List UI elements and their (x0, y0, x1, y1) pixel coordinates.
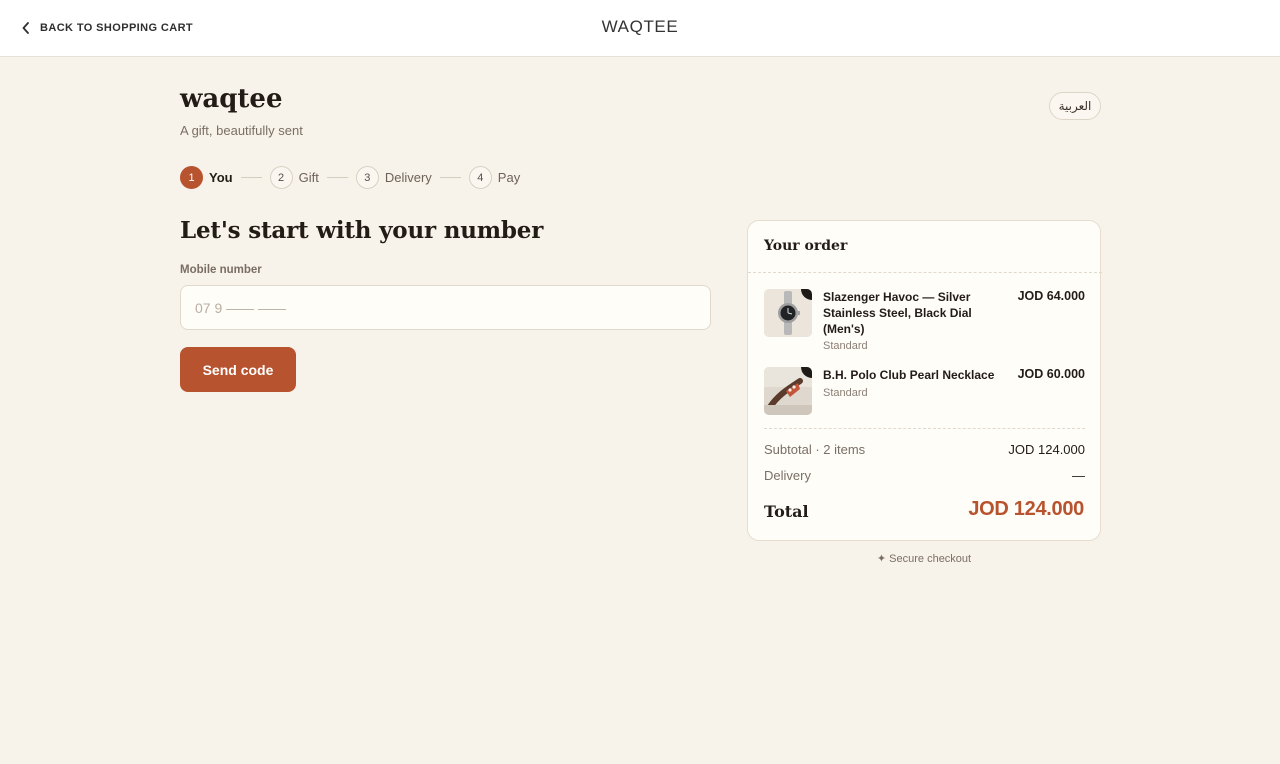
delivery-label: Delivery (764, 468, 811, 483)
watch-image (764, 289, 812, 337)
item-variant: Standard (823, 387, 868, 399)
step-label: You (209, 170, 233, 185)
store-name: WAQTEE (601, 17, 679, 36)
step-delivery[interactable]: 3 Delivery (355, 166, 432, 189)
step-label: Delivery (384, 170, 432, 185)
step-number: 4 (468, 166, 492, 189)
order-item: Slazenger Havoc — Silver Stainless Steel… (764, 289, 1085, 355)
brand-logo: waqtee (180, 84, 283, 114)
step-number: 1 (180, 166, 203, 189)
step-number: 3 (355, 166, 379, 189)
language-toggle-button[interactable]: العربية (1049, 92, 1101, 120)
mobile-number-input[interactable] (180, 285, 711, 330)
order-item: B.H. Polo Club Pearl Necklace Standard J… (764, 367, 1085, 417)
step-divider (326, 177, 348, 178)
subtotal-label: Subtotal · 2 items (764, 442, 866, 457)
item-variant: Standard (823, 340, 868, 352)
divider (748, 272, 1102, 273)
item-price: JOD 64.000 (1017, 289, 1085, 303)
necklace-image (764, 367, 812, 415)
page-heading: Let's start with your number (180, 217, 544, 244)
delivery-value: — (1072, 468, 1085, 483)
checkout-steps: 1 You 2 Gift 3 Delivery 4 Pay (180, 166, 520, 189)
step-divider (439, 177, 461, 178)
step-number: 2 (269, 166, 293, 189)
item-name: B.H. Polo Club Pearl Necklace (823, 368, 995, 382)
item-name: Slazenger Havoc — Silver Stainless Steel… (823, 290, 972, 336)
divider (764, 428, 1085, 429)
top-bar: BACK TO SHOPPING CART WAQTEE (0, 0, 1280, 57)
step-pay[interactable]: 4 Pay (468, 166, 521, 189)
secure-checkout-note: ✦ Secure checkout (876, 553, 972, 565)
step-divider (240, 177, 262, 178)
brand-tagline: A gift, beautifully sent (180, 123, 303, 138)
total-value: JOD 124.000 (968, 498, 1084, 520)
mobile-number-label: Mobile number (180, 264, 262, 276)
step-you[interactable]: 1 You (180, 166, 233, 189)
order-title: Your order (764, 238, 848, 254)
step-gift[interactable]: 2 Gift (269, 166, 319, 189)
order-summary-card: Your order Slazenger Havoc — Silver Stai… (747, 220, 1102, 541)
item-price: JOD 60.000 (1017, 367, 1085, 381)
step-label: Pay (497, 170, 521, 185)
total-label: Total (764, 502, 809, 521)
subtotal-value: JOD 124.000 (1008, 442, 1085, 457)
subtotal-row: Subtotal · 2 items JOD 124.000 (764, 442, 1085, 457)
step-label: Gift (298, 170, 319, 185)
send-code-button[interactable]: Send code (180, 347, 296, 392)
delivery-row: Delivery — (764, 468, 1085, 483)
